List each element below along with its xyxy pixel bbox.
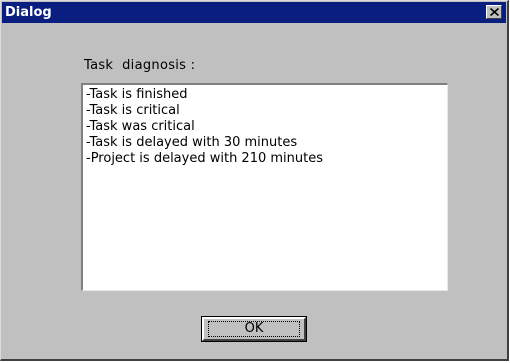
diagnosis-listbox[interactable]: -Task is finished -Task is critical -Tas…: [81, 83, 448, 291]
ok-button[interactable]: OK: [201, 316, 307, 342]
ok-button-label: OK: [244, 321, 264, 336]
list-item[interactable]: -Task was critical: [83, 119, 447, 135]
diagnosis-list: -Task is finished -Task is critical -Tas…: [83, 85, 447, 167]
close-button[interactable]: [486, 5, 502, 19]
list-item[interactable]: -Task is finished: [83, 87, 447, 103]
close-icon: [490, 8, 499, 16]
list-item[interactable]: -Task is critical: [83, 103, 447, 119]
title-bar[interactable]: Dialog: [2, 2, 506, 23]
list-item[interactable]: -Task is delayed with 30 minutes: [83, 135, 447, 151]
dialog-window: Dialog Task diagnosis : -Task is finishe…: [0, 0, 509, 361]
list-item[interactable]: -Project is delayed with 210 minutes: [83, 151, 447, 167]
diagnosis-label: Task diagnosis :: [84, 58, 196, 73]
window-title: Dialog: [5, 5, 52, 20]
